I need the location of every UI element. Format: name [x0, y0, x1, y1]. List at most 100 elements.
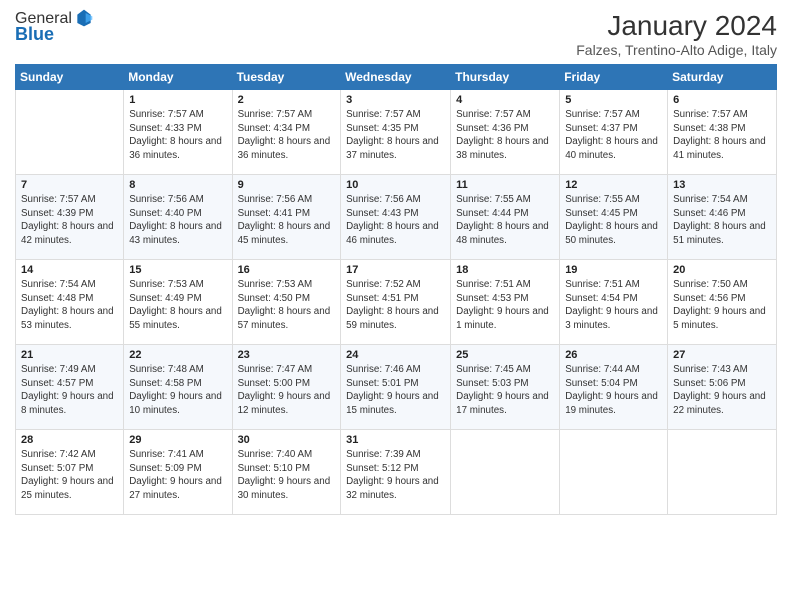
table-row: 23 Sunrise: 7:47 AM Sunset: 5:00 PM Dayl…	[232, 345, 341, 430]
table-row: 12 Sunrise: 7:55 AM Sunset: 4:45 PM Dayl…	[560, 175, 668, 260]
table-row: 8 Sunrise: 7:56 AM Sunset: 4:40 PM Dayli…	[124, 175, 232, 260]
sunrise-text: Sunrise: 7:41 AM	[129, 449, 204, 460]
day-number: 29	[129, 434, 226, 446]
sunrise-text: Sunrise: 7:46 AM	[346, 364, 421, 375]
sunrise-text: Sunrise: 7:53 AM	[129, 279, 204, 290]
sunset-text: Sunset: 4:56 PM	[673, 293, 745, 304]
table-row: 2 Sunrise: 7:57 AM Sunset: 4:34 PM Dayli…	[232, 90, 341, 175]
day-info: Sunrise: 7:52 AM Sunset: 4:51 PM Dayligh…	[346, 278, 445, 333]
sunset-text: Sunset: 4:54 PM	[565, 293, 637, 304]
table-row: 4 Sunrise: 7:57 AM Sunset: 4:36 PM Dayli…	[451, 90, 560, 175]
daylight-text: Daylight: 8 hours and 55 minutes.	[129, 306, 222, 331]
sunset-text: Sunset: 5:12 PM	[346, 463, 418, 474]
day-info: Sunrise: 7:46 AM Sunset: 5:01 PM Dayligh…	[346, 363, 445, 418]
day-number: 21	[21, 349, 118, 361]
table-row: 27 Sunrise: 7:43 AM Sunset: 5:06 PM Dayl…	[668, 345, 777, 430]
sunset-text: Sunset: 4:38 PM	[673, 123, 745, 134]
sunset-text: Sunset: 4:41 PM	[238, 208, 310, 219]
table-row: 29 Sunrise: 7:41 AM Sunset: 5:09 PM Dayl…	[124, 430, 232, 515]
day-info: Sunrise: 7:53 AM Sunset: 4:50 PM Dayligh…	[238, 278, 336, 333]
day-info: Sunrise: 7:42 AM Sunset: 5:07 PM Dayligh…	[21, 448, 118, 503]
sunset-text: Sunset: 5:00 PM	[238, 378, 310, 389]
daylight-text: Daylight: 9 hours and 5 minutes.	[673, 306, 766, 331]
day-info: Sunrise: 7:39 AM Sunset: 5:12 PM Dayligh…	[346, 448, 445, 503]
daylight-text: Daylight: 8 hours and 53 minutes.	[21, 306, 114, 331]
daylight-text: Daylight: 9 hours and 15 minutes.	[346, 391, 439, 416]
daylight-text: Daylight: 8 hours and 42 minutes.	[21, 221, 114, 246]
day-info: Sunrise: 7:56 AM Sunset: 4:40 PM Dayligh…	[129, 193, 226, 248]
table-row: 25 Sunrise: 7:45 AM Sunset: 5:03 PM Dayl…	[451, 345, 560, 430]
daylight-text: Daylight: 8 hours and 37 minutes.	[346, 136, 439, 161]
sunset-text: Sunset: 4:58 PM	[129, 378, 201, 389]
day-number: 8	[129, 179, 226, 191]
table-row: 24 Sunrise: 7:46 AM Sunset: 5:01 PM Dayl…	[341, 345, 451, 430]
sunrise-text: Sunrise: 7:57 AM	[129, 109, 204, 120]
table-row: 20 Sunrise: 7:50 AM Sunset: 4:56 PM Dayl…	[668, 260, 777, 345]
table-row: 13 Sunrise: 7:54 AM Sunset: 4:46 PM Dayl…	[668, 175, 777, 260]
table-row: 16 Sunrise: 7:53 AM Sunset: 4:50 PM Dayl…	[232, 260, 341, 345]
table-row: 18 Sunrise: 7:51 AM Sunset: 4:53 PM Dayl…	[451, 260, 560, 345]
logo: General Blue	[15, 10, 94, 45]
day-info: Sunrise: 7:56 AM Sunset: 4:41 PM Dayligh…	[238, 193, 336, 248]
sunset-text: Sunset: 4:49 PM	[129, 293, 201, 304]
sunrise-text: Sunrise: 7:50 AM	[673, 279, 748, 290]
day-number: 28	[21, 434, 118, 446]
table-row	[451, 430, 560, 515]
day-number: 27	[673, 349, 771, 361]
daylight-text: Daylight: 8 hours and 40 minutes.	[565, 136, 658, 161]
sunset-text: Sunset: 5:01 PM	[346, 378, 418, 389]
sunrise-text: Sunrise: 7:43 AM	[673, 364, 748, 375]
daylight-text: Daylight: 8 hours and 51 minutes.	[673, 221, 766, 246]
table-row: 5 Sunrise: 7:57 AM Sunset: 4:37 PM Dayli…	[560, 90, 668, 175]
day-number: 15	[129, 264, 226, 276]
table-row: 6 Sunrise: 7:57 AM Sunset: 4:38 PM Dayli…	[668, 90, 777, 175]
daylight-text: Daylight: 8 hours and 50 minutes.	[565, 221, 658, 246]
header-thursday: Thursday	[451, 65, 560, 90]
day-number: 31	[346, 434, 445, 446]
day-info: Sunrise: 7:55 AM Sunset: 4:44 PM Dayligh…	[456, 193, 554, 248]
day-number: 24	[346, 349, 445, 361]
daylight-text: Daylight: 9 hours and 27 minutes.	[129, 476, 222, 501]
daylight-text: Daylight: 8 hours and 59 minutes.	[346, 306, 439, 331]
sunset-text: Sunset: 4:45 PM	[565, 208, 637, 219]
sunset-text: Sunset: 4:46 PM	[673, 208, 745, 219]
sunrise-text: Sunrise: 7:57 AM	[21, 194, 96, 205]
day-info: Sunrise: 7:48 AM Sunset: 4:58 PM Dayligh…	[129, 363, 226, 418]
day-info: Sunrise: 7:51 AM Sunset: 4:53 PM Dayligh…	[456, 278, 554, 333]
sunset-text: Sunset: 5:09 PM	[129, 463, 201, 474]
day-number: 25	[456, 349, 554, 361]
table-row: 21 Sunrise: 7:49 AM Sunset: 4:57 PM Dayl…	[16, 345, 124, 430]
table-row	[560, 430, 668, 515]
day-number: 9	[238, 179, 336, 191]
daylight-text: Daylight: 8 hours and 38 minutes.	[456, 136, 549, 161]
logo-icon	[74, 8, 94, 28]
sunrise-text: Sunrise: 7:57 AM	[238, 109, 313, 120]
table-row: 1 Sunrise: 7:57 AM Sunset: 4:33 PM Dayli…	[124, 90, 232, 175]
day-number: 13	[673, 179, 771, 191]
day-info: Sunrise: 7:55 AM Sunset: 4:45 PM Dayligh…	[565, 193, 662, 248]
title-section: January 2024 Falzes, Trentino-Alto Adige…	[576, 10, 777, 58]
table-row	[668, 430, 777, 515]
table-row: 11 Sunrise: 7:55 AM Sunset: 4:44 PM Dayl…	[451, 175, 560, 260]
sunset-text: Sunset: 5:04 PM	[565, 378, 637, 389]
sunrise-text: Sunrise: 7:52 AM	[346, 279, 421, 290]
sunrise-text: Sunrise: 7:49 AM	[21, 364, 96, 375]
table-row: 7 Sunrise: 7:57 AM Sunset: 4:39 PM Dayli…	[16, 175, 124, 260]
table-row: 14 Sunrise: 7:54 AM Sunset: 4:48 PM Dayl…	[16, 260, 124, 345]
day-info: Sunrise: 7:49 AM Sunset: 4:57 PM Dayligh…	[21, 363, 118, 418]
sunrise-text: Sunrise: 7:57 AM	[456, 109, 531, 120]
sunrise-text: Sunrise: 7:51 AM	[565, 279, 640, 290]
daylight-text: Daylight: 9 hours and 25 minutes.	[21, 476, 114, 501]
day-number: 19	[565, 264, 662, 276]
sunset-text: Sunset: 4:34 PM	[238, 123, 310, 134]
header: General Blue January 2024 Falzes, Trenti…	[15, 10, 777, 58]
sunset-text: Sunset: 4:37 PM	[565, 123, 637, 134]
daylight-text: Daylight: 9 hours and 8 minutes.	[21, 391, 114, 416]
daylight-text: Daylight: 8 hours and 57 minutes.	[238, 306, 331, 331]
daylight-text: Daylight: 9 hours and 22 minutes.	[673, 391, 766, 416]
sunset-text: Sunset: 4:43 PM	[346, 208, 418, 219]
sunset-text: Sunset: 4:36 PM	[456, 123, 528, 134]
day-number: 1	[129, 94, 226, 106]
day-number: 14	[21, 264, 118, 276]
sunrise-text: Sunrise: 7:57 AM	[565, 109, 640, 120]
